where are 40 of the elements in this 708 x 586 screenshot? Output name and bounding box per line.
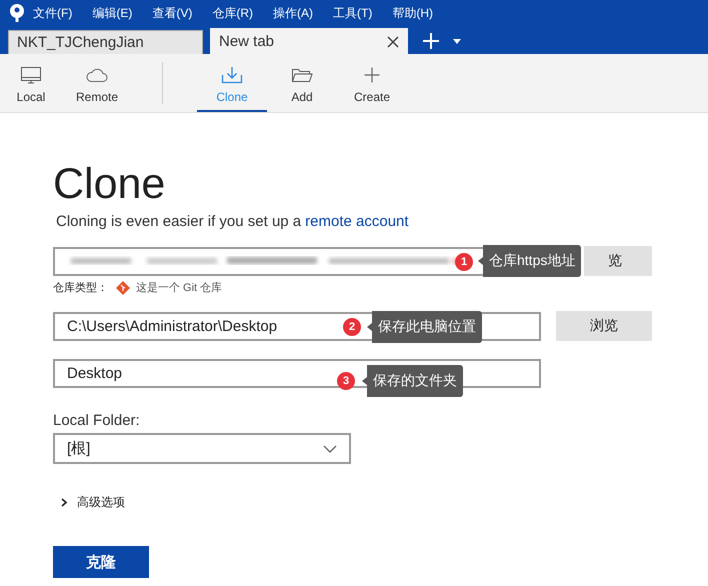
tab[interactable]: New tab <box>210 28 408 54</box>
browse-button[interactable]: 浏览 <box>556 311 652 341</box>
cloud-icon <box>86 66 108 84</box>
local-folder-dropdown[interactable]: [根] <box>53 433 351 464</box>
menu-item[interactable]: 文件(F) <box>33 4 72 22</box>
close-icon <box>387 36 399 48</box>
menu-item[interactable]: 编辑(E) <box>92 4 132 22</box>
monitor-icon <box>20 66 42 84</box>
menu-item[interactable]: 工具(T) <box>333 4 372 22</box>
chevron-down-icon <box>323 444 337 452</box>
browse-button[interactable]: 览 <box>584 246 652 276</box>
toolbar-button[interactable]: Local <box>0 54 62 112</box>
local-folder-label: Local Folder: <box>53 412 141 429</box>
tab[interactable]: NKT_TJChengJian <box>8 30 203 54</box>
menu-item[interactable]: 仓库(R) <box>212 4 253 22</box>
folder-icon <box>291 66 313 84</box>
caret-icon <box>453 39 461 44</box>
callout-tooltip: 保存的文件夹 <box>362 365 463 397</box>
menu-item[interactable]: 帮助(H) <box>392 4 433 22</box>
toolbar-button[interactable]: Remote <box>62 54 132 112</box>
tab-label: NKT_TJChengJian <box>17 34 144 51</box>
logo-icon <box>9 4 25 22</box>
clone-button[interactable]: 克隆 <box>53 546 149 578</box>
repo-type-value: 这是一个 Git 仓库 <box>136 280 222 295</box>
callout-tooltip: 仓库https地址 <box>478 245 582 277</box>
plus-icon <box>423 33 439 49</box>
git-icon <box>116 280 130 294</box>
subtitle-text: Cloning is even easier if you set up a <box>56 213 302 230</box>
tab-label: New tab <box>219 33 274 50</box>
repo-type-label: 仓库类型： <box>53 280 108 295</box>
chevron-right-icon <box>61 498 67 507</box>
remote-account-link[interactable]: remote account <box>305 213 409 230</box>
callout-tooltip: 保存此电脑位置 <box>367 311 482 343</box>
toolbar-button[interactable]: Create <box>337 54 407 112</box>
download-icon <box>221 66 243 84</box>
menu-item[interactable]: 查看(V) <box>152 4 192 22</box>
menu-item[interactable]: 操作(A) <box>273 4 313 22</box>
toolbar-button[interactable]: Add <box>267 54 337 112</box>
page-title: Clone <box>53 161 166 207</box>
advanced-options-toggle[interactable]: 高级选项 <box>53 494 708 511</box>
